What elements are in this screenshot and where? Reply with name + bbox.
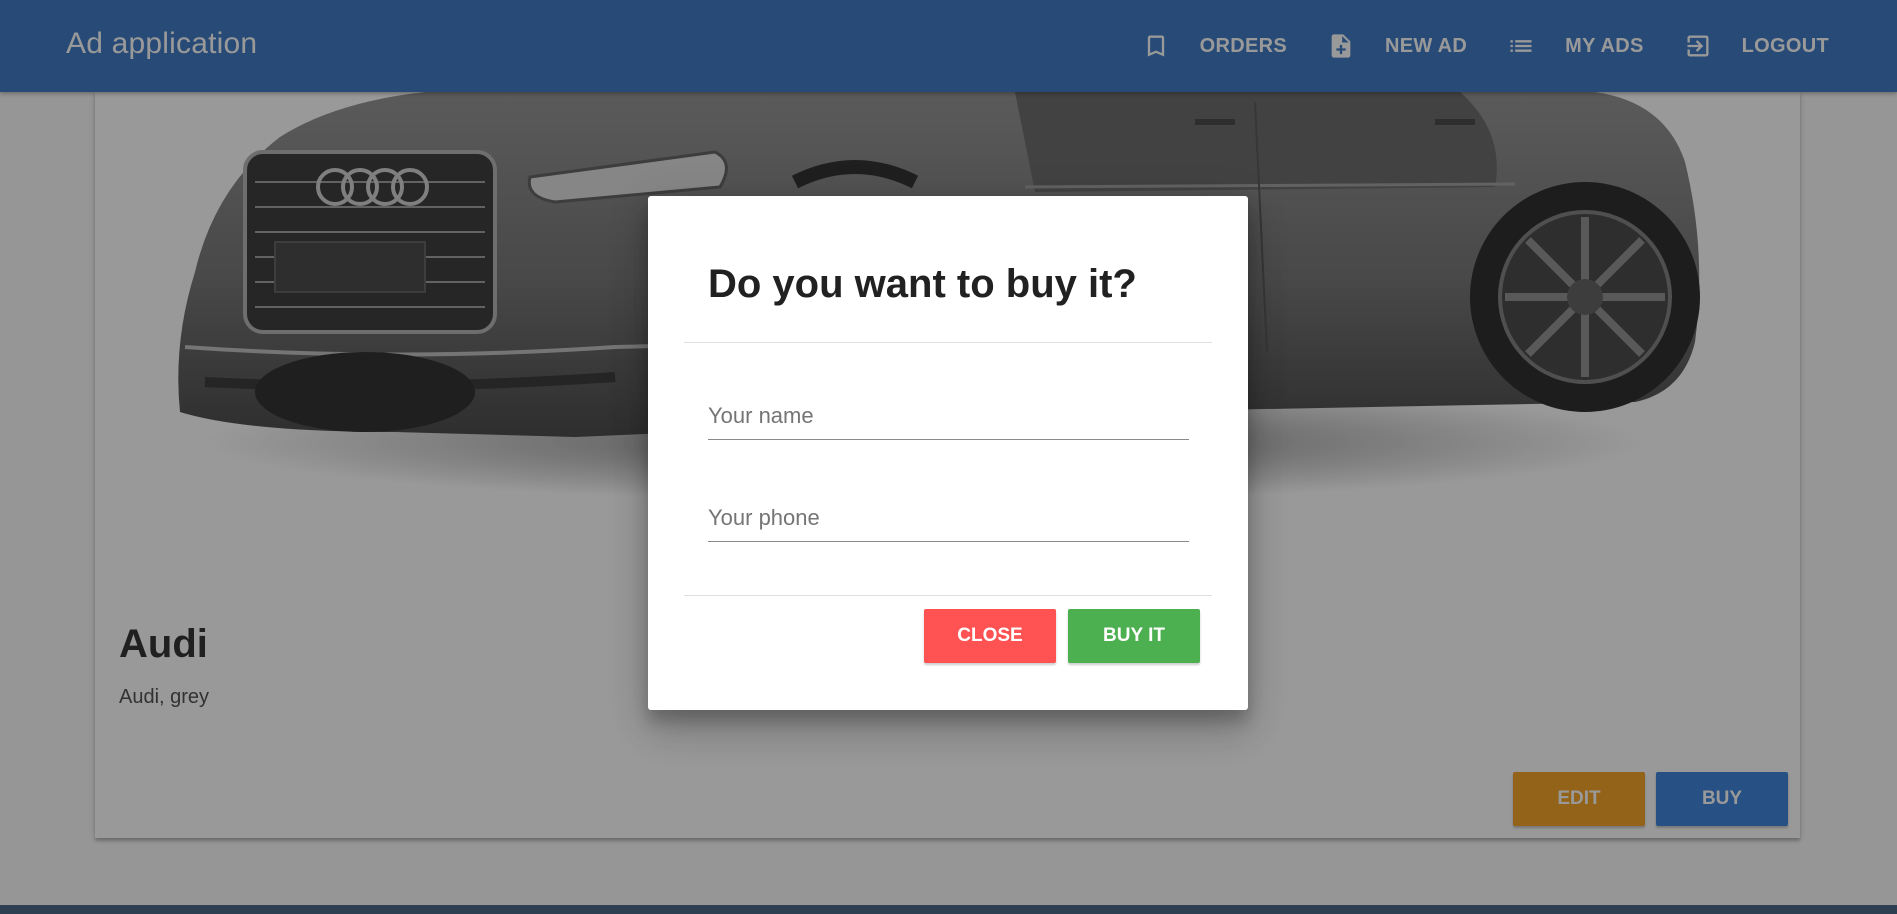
- name-input[interactable]: [708, 392, 1189, 440]
- buy-it-button[interactable]: BUY IT: [1068, 609, 1200, 663]
- phone-field: [708, 494, 1189, 554]
- phone-input[interactable]: [708, 494, 1189, 542]
- close-button[interactable]: CLOSE: [924, 609, 1056, 663]
- dialog-title: Do you want to buy it?: [708, 262, 1137, 306]
- buy-dialog: Do you want to buy it? CLOSE BUY IT: [648, 196, 1248, 710]
- dialog-divider-top: [684, 342, 1212, 343]
- dialog-divider-bottom: [684, 595, 1212, 596]
- name-field: [708, 392, 1189, 452]
